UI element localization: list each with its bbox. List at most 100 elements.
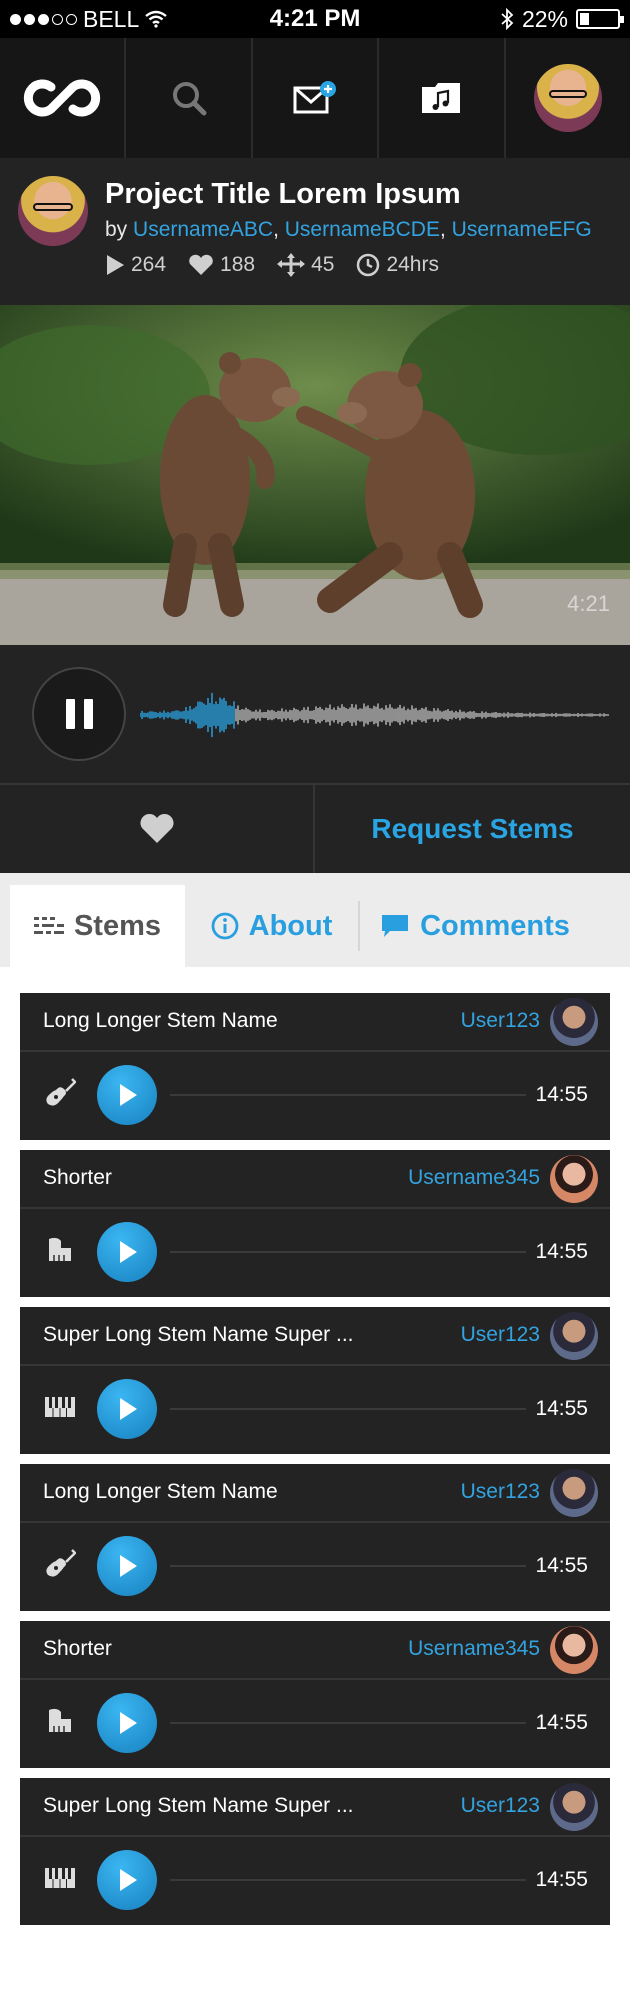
info-icon [211,912,239,940]
carrier-label: BELL [83,5,140,32]
stem-duration: 14:55 [535,1240,588,1263]
stem-name: Shorter [43,1166,112,1189]
guitar-icon [44,1077,76,1109]
stem-name: Long Longer Stem Name [43,1480,278,1503]
stem-progress-track[interactable] [170,1722,526,1724]
music-folder-icon [422,83,461,113]
project-owner-avatar[interactable] [18,176,88,246]
stem-duration: 14:55 [535,1554,588,1577]
clock-icon [357,253,380,277]
stem-header: Shorter Username345 [20,1621,610,1680]
stem-play-button[interactable] [97,1850,157,1910]
duration-overlay: 4:21 [567,591,610,616]
bear-cubs-image [0,305,630,645]
stem-user-link[interactable]: User123 [461,1794,540,1818]
tab-stems-label: Stems [73,909,162,942]
nav-home[interactable] [0,38,127,158]
stem-progress-track[interactable] [170,1879,526,1881]
pause-icon [65,699,75,729]
stem-header: Long Longer Stem Name User123 [20,993,610,1052]
stem-user-avatar[interactable] [550,1155,598,1203]
stem-header: Shorter Username345 [20,1150,610,1209]
heart-icon [139,813,174,843]
stem-card: Super Long Stem Name Super ... User123 14:… [20,1778,610,1925]
tab-comments-label: Comments [420,909,570,942]
project-header: Project Title Lorem Ipsum by UsernameABC… [0,158,630,305]
stems-list: Long Longer Stem Name User123 14:55 Shorter… [0,967,630,2016]
logo-icon [24,79,101,117]
stem-card: Shorter Username345 14:55 [20,1621,610,1768]
wifi-icon [145,10,168,28]
stem-name: Shorter [43,1637,112,1660]
stem-name: Super Long Stem Name Super ... [43,1323,354,1346]
stem-user-link[interactable]: Username345 [408,1637,540,1661]
stem-header: Super Long Stem Name Super ... User123 [20,1307,610,1366]
play-icon [120,1712,137,1734]
stem-play-button[interactable] [97,1379,157,1439]
keyboard-icon [44,1862,76,1894]
stem-duration: 14:55 [535,1868,588,1891]
stem-user-avatar[interactable] [550,998,598,1046]
tab-comments[interactable]: Comments [360,885,590,967]
stem-user-avatar[interactable] [550,1469,598,1517]
collaborator-link[interactable]: UsernameBCDE [285,218,440,241]
tab-stems[interactable]: Stems [10,885,185,967]
collaborator-link[interactable]: UsernameABC [133,218,273,241]
request-stems-button[interactable]: Request Stems [315,785,630,873]
fork-count: 45 [311,253,335,276]
play-icon [120,1869,137,1891]
nav-profile[interactable] [506,38,630,158]
bluetooth-icon [501,8,514,30]
stem-progress-track[interactable] [170,1565,526,1567]
fork-icon [277,253,306,277]
play-icon [120,1084,137,1106]
status-time: 4:21 PM [269,5,361,32]
status-bar: BELL 4:21 PM 22% [0,0,630,38]
nav-search[interactable] [126,38,253,158]
stem-duration: 14:55 [535,1083,588,1106]
waveform-scrubber[interactable] [140,675,610,755]
content-tabs: Stems About Comments [0,873,630,967]
stem-play-button[interactable] [97,1536,157,1596]
play-icon [120,1555,137,1577]
stem-user-avatar[interactable] [550,1626,598,1674]
stem-user-link[interactable]: Username345 [408,1166,540,1190]
stem-play-button[interactable] [97,1065,157,1125]
stem-duration: 14:55 [535,1397,588,1420]
stem-card: Shorter Username345 14:55 [20,1150,610,1297]
stem-user-link[interactable]: User123 [461,1323,540,1347]
stem-progress-track[interactable] [170,1094,526,1096]
collaborator-link[interactable]: UsernameEFG [452,218,592,241]
stem-name: Super Long Stem Name Super ... [43,1794,354,1817]
audio-player [0,645,630,785]
nav-music-folder[interactable] [379,38,506,158]
play-icon [120,1241,137,1263]
search-icon [172,82,207,116]
stem-user-avatar[interactable] [550,1312,598,1360]
tab-about[interactable]: About [185,901,360,951]
stem-play-button[interactable] [97,1693,157,1753]
stem-progress-track[interactable] [170,1408,526,1410]
piano-icon [44,1234,76,1266]
nav-messages[interactable] [253,38,380,158]
project-stats: 264 188 45 24hrs [105,253,439,277]
like-button[interactable] [0,785,315,873]
keyboard-icon [44,1391,76,1423]
stem-progress-track[interactable] [170,1251,526,1253]
stem-user-link[interactable]: User123 [461,1009,540,1033]
stem-name: Long Longer Stem Name [43,1009,278,1032]
play-count-icon [107,255,124,275]
project-title: Project Title Lorem Ipsum [105,178,461,210]
stem-user-link[interactable]: User123 [461,1480,540,1504]
stem-play-button[interactable] [97,1222,157,1282]
battery-percent: 22% [521,5,568,32]
stem-card: Super Long Stem Name Super ... User123 14:… [20,1307,610,1454]
comment-icon [382,915,409,937]
stem-card: Long Longer Stem Name User123 14:55 [20,993,610,1140]
battery-icon [575,9,624,29]
stem-user-avatar[interactable] [550,1783,598,1831]
pause-button[interactable] [32,667,126,761]
stem-card: Long Longer Stem Name User123 14:55 [20,1464,610,1611]
messages-icon [293,81,337,114]
heart-icon [189,254,213,275]
